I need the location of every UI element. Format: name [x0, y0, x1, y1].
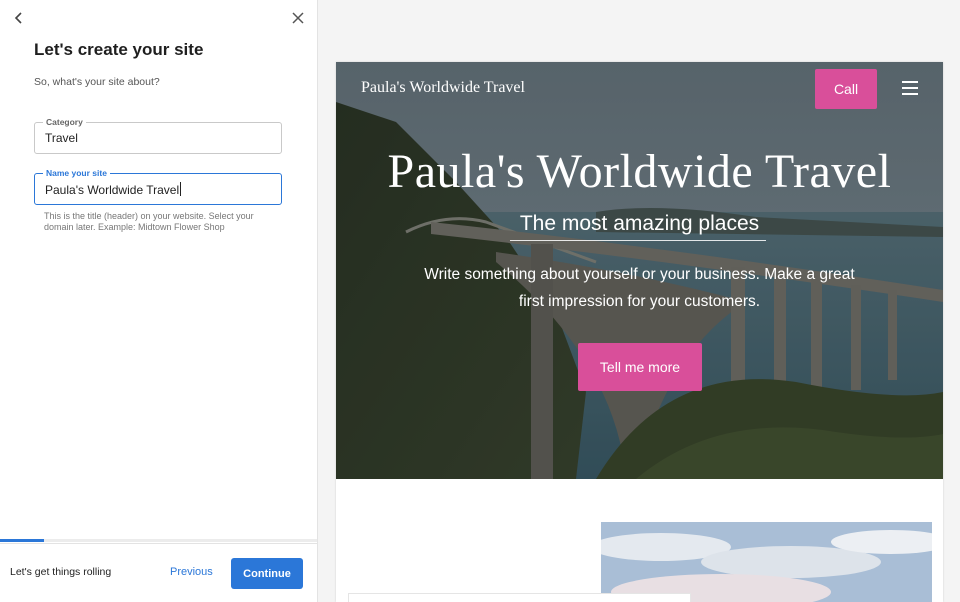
- category-label: Category: [43, 116, 86, 128]
- tagline-divider: [510, 240, 766, 241]
- category-value: Travel: [45, 131, 78, 145]
- hero-title: Paula's Worldwide Travel: [387, 145, 892, 198]
- footer-divider: [0, 543, 317, 544]
- progress-bar: [0, 539, 317, 542]
- tell-me-more-button[interactable]: Tell me more: [578, 343, 702, 391]
- site-name-value: Paula's Worldwide Travel: [45, 183, 180, 197]
- section-image: [601, 522, 932, 602]
- call-button[interactable]: Call: [815, 69, 877, 109]
- previous-button[interactable]: Previous: [170, 566, 213, 578]
- site-name-label: Name your site: [43, 167, 110, 179]
- hero-description: Write something about yourself or your b…: [424, 266, 855, 310]
- setup-panel: Let's create your site So, what's your s…: [0, 0, 318, 602]
- hamburger-menu-icon[interactable]: [902, 81, 918, 95]
- text-caret: [180, 182, 182, 196]
- footer-status-text: Let's get things rolling: [10, 566, 112, 578]
- close-icon[interactable]: [289, 9, 307, 27]
- progress-fill: [0, 539, 45, 542]
- site-name-input[interactable]: Name your site Paula's Worldwide Travel: [34, 167, 282, 205]
- hero-section: Paula's Worldwide Travel Call Paula's Wo…: [336, 62, 943, 479]
- site-header-name[interactable]: Paula's Worldwide Travel: [361, 79, 525, 97]
- page-title: Let's create your site: [34, 40, 204, 59]
- hero-tagline: The most amazing places: [519, 212, 760, 235]
- site-name-helper-text: This is the title (header) on your websi…: [44, 211, 254, 232]
- category-field[interactable]: Category Travel: [34, 116, 282, 154]
- back-icon[interactable]: [10, 9, 28, 27]
- continue-button[interactable]: Continue: [231, 558, 303, 589]
- page-subtitle: So, what's your site about?: [34, 76, 160, 88]
- section-card: [348, 593, 691, 602]
- website-preview: Paula's Worldwide Travel Call Paula's Wo…: [336, 62, 943, 602]
